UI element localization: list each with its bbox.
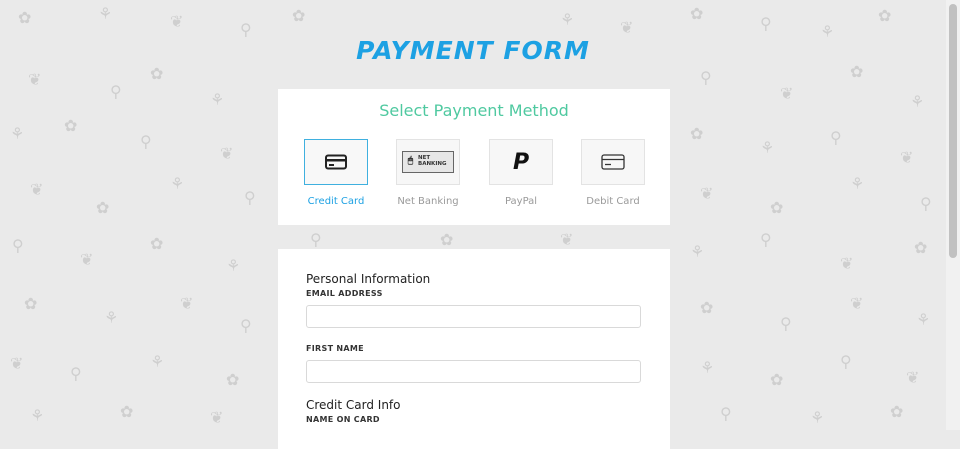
payment-option-label: Debit Card	[586, 196, 640, 207]
payment-details-form: Personal Information EMAIL ADDRESS FIRST…	[278, 249, 670, 449]
credit-card-option-box[interactable]	[304, 139, 368, 185]
debit-card-icon	[601, 154, 625, 170]
net-banking-option-box[interactable]: 🖱 NET BANKING	[396, 139, 460, 185]
email-label: EMAIL ADDRESS	[306, 289, 383, 298]
payment-option-debit-card[interactable]: Debit Card	[581, 139, 645, 207]
payment-option-paypal[interactable]: P PayPal	[489, 139, 553, 207]
email-field[interactable]	[306, 305, 641, 328]
first-name-label: FIRST NAME	[306, 344, 364, 353]
page-scrollbar[interactable]	[946, 0, 960, 430]
payment-option-label: Net Banking	[397, 196, 459, 207]
scrollbar-thumb[interactable]	[949, 4, 957, 258]
payment-option-net-banking[interactable]: 🖱 NET BANKING Net Banking	[396, 139, 460, 207]
net-banking-badge-line2: BANKING	[418, 161, 447, 167]
payment-option-credit-card[interactable]: Credit Card	[304, 139, 368, 207]
payment-method-card: Select Payment Method Credit Card 🖱 NET B…	[278, 89, 670, 225]
net-banking-icon: 🖱 NET BANKING	[402, 151, 454, 173]
paypal-option-box[interactable]: P	[489, 139, 553, 185]
debit-card-option-box[interactable]	[581, 139, 645, 185]
mouse-icon: 🖱	[407, 156, 414, 167]
name-on-card-label: NAME ON CARD	[306, 415, 380, 424]
payment-method-heading: Select Payment Method	[379, 101, 569, 120]
payment-option-label: Credit Card	[307, 196, 365, 207]
credit-card-icon	[325, 154, 347, 170]
payment-option-label: PayPal	[504, 196, 538, 207]
page-title: PAYMENT FORM	[356, 36, 590, 65]
credit-card-info-title: Credit Card Info	[306, 398, 401, 412]
first-name-field[interactable]	[306, 360, 641, 383]
personal-info-title: Personal Information	[306, 272, 431, 286]
paypal-icon: P	[512, 149, 530, 175]
